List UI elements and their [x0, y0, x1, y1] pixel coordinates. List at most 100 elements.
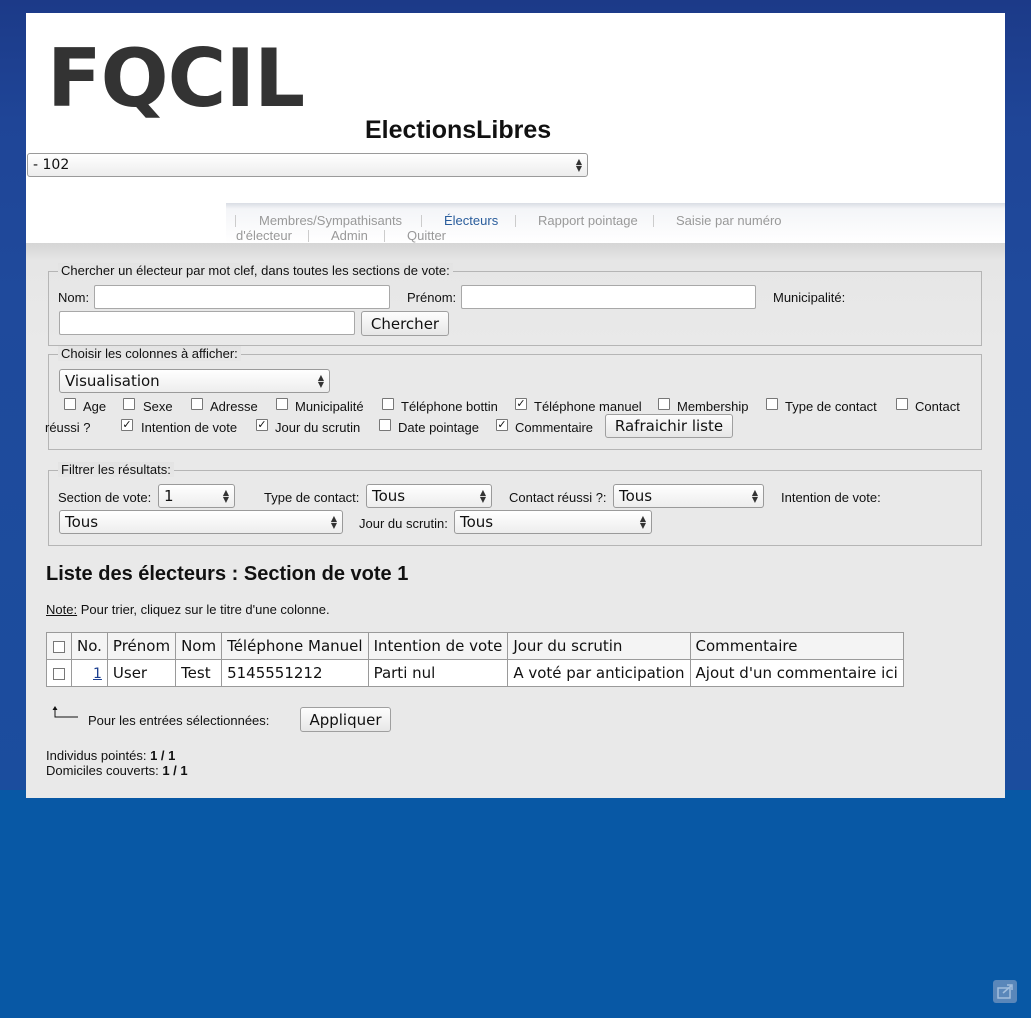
col-sexe-checkbox[interactable]: [123, 398, 135, 410]
updown-arrows-icon: ▲ ▼: [751, 488, 759, 504]
col-intention-checkbox[interactable]: ✓: [121, 419, 133, 431]
nom-input[interactable]: [94, 285, 390, 309]
nav-electeurs[interactable]: Électeurs: [444, 213, 498, 228]
search-button[interactable]: Chercher: [361, 311, 449, 336]
domiciles-value: 1 / 1: [162, 763, 188, 778]
col-header-telephone[interactable]: Téléphone Manuel: [221, 632, 369, 660]
col-commentaire-checkbox[interactable]: ✓: [496, 419, 508, 431]
section-vote-label: Section de vote:: [58, 490, 152, 505]
columns-fieldset: Choisir les colonnes à afficher: Visuali…: [45, 346, 982, 450]
apply-button[interactable]: Appliquer: [300, 707, 391, 732]
search-legend: Chercher un électeur par mot clef, dans …: [58, 263, 453, 278]
col-jour-scrutin-checkbox[interactable]: ✓: [256, 419, 268, 431]
col-header-commentaire[interactable]: Commentaire: [689, 632, 904, 660]
row-commentaire: Ajout d'un commentaire ici: [689, 659, 904, 687]
contact-reussi-dropdown[interactable]: Tous ▲ ▼: [613, 484, 764, 508]
nav-separator: [384, 230, 385, 242]
intention-vote-dropdown[interactable]: Tous ▲ ▼: [59, 510, 343, 534]
col-date-pointage-label: Date pointage: [398, 420, 479, 435]
col-telephone-bottin-label: Téléphone bottin: [401, 399, 498, 414]
nom-label: Nom:: [58, 290, 90, 305]
row-number-link[interactable]: 1: [93, 666, 102, 682]
section-dropdown-value: - 102: [33, 157, 70, 173]
individus-stat: Individus pointés: 1 / 1: [46, 748, 175, 763]
nav-saisie-numero[interactable]: Saisie par numéro: [676, 213, 782, 228]
row-select-cell: [46, 659, 72, 687]
row-number-cell: 1: [71, 659, 108, 687]
jour-scrutin-label: Jour du scrutin:: [359, 516, 448, 531]
updown-arrows-icon: ▲ ▼: [330, 514, 338, 530]
domiciles-stat: Domiciles couverts: 1 / 1: [46, 763, 188, 778]
columns-preset-dropdown[interactable]: Visualisation ▲ ▼: [59, 369, 330, 393]
col-sexe-label: Sexe: [143, 399, 173, 414]
col-age-checkbox[interactable]: [64, 398, 76, 410]
col-telephone-bottin-checkbox[interactable]: [382, 398, 394, 410]
nav-separator: [653, 215, 654, 227]
jour-scrutin-value: Tous: [460, 513, 494, 531]
main-nav: Membres/Sympathisants Électeurs Rapport …: [226, 203, 1005, 243]
nav-saisie-numero-cont[interactable]: d'électeur: [236, 228, 292, 243]
note-label: Note:: [46, 602, 78, 617]
select-all-checkbox[interactable]: [53, 640, 65, 653]
updown-arrows-icon: ▲ ▼: [222, 488, 230, 504]
nav-separator: [308, 230, 309, 242]
col-header-intention[interactable]: Intention de vote: [367, 632, 509, 660]
bulk-action-label: Pour les entrées sélectionnées:: [88, 713, 270, 728]
individus-value: 1 / 1: [150, 748, 176, 763]
col-type-contact-label: Type de contact: [785, 399, 877, 414]
row-telephone: 5145551212: [221, 659, 369, 687]
col-adresse-checkbox[interactable]: [191, 398, 203, 410]
col-contact-reussi-label-cont: réussi ?: [45, 420, 91, 435]
col-date-pointage-checkbox[interactable]: [379, 419, 391, 431]
prenom-label: Prénom:: [407, 290, 457, 305]
col-contact-reussi-label: Contact: [915, 399, 960, 414]
row-prenom: User: [106, 659, 177, 687]
prenom-input[interactable]: [461, 285, 756, 309]
type-contact-dropdown[interactable]: Tous ▲ ▼: [366, 484, 492, 508]
col-header-prenom[interactable]: Prénom: [106, 632, 177, 660]
section-vote-dropdown[interactable]: 1 ▲ ▼: [158, 484, 235, 508]
municipalite-input[interactable]: [59, 311, 355, 335]
col-telephone-manuel-label: Téléphone manuel: [534, 399, 642, 414]
col-contact-reussi-checkbox[interactable]: [896, 398, 908, 410]
col-age-label: Age: [83, 399, 107, 414]
contact-reussi-value: Tous: [619, 487, 653, 505]
nav-quitter[interactable]: Quitter: [407, 228, 446, 243]
col-header-no[interactable]: No.: [71, 632, 108, 660]
updown-arrows-icon: ▲ ▼: [575, 157, 583, 173]
col-membership-checkbox[interactable]: [658, 398, 670, 410]
updown-arrows-icon: ▲ ▼: [317, 373, 325, 389]
col-header-nom[interactable]: Nom: [175, 632, 223, 660]
individus-label: Individus pointés:: [46, 748, 151, 763]
col-jour-scrutin-label: Jour du scrutin: [275, 420, 361, 435]
nav-rapport-pointage[interactable]: Rapport pointage: [538, 213, 638, 228]
row-intention: Parti nul: [367, 659, 509, 687]
nav-separator: [421, 215, 422, 227]
select-all-cell: [46, 632, 72, 660]
col-telephone-manuel-checkbox[interactable]: ✓: [515, 398, 527, 410]
nav-membres[interactable]: Membres/Sympathisants: [259, 213, 402, 228]
col-membership-label: Membership: [677, 399, 749, 414]
columns-preset-value: Visualisation: [65, 372, 160, 390]
app-title: ElectionsLibres: [365, 116, 552, 144]
share-icon[interactable]: [993, 980, 1017, 1003]
col-type-contact-checkbox[interactable]: [766, 398, 778, 410]
search-fieldset: Chercher un électeur par mot clef, dans …: [48, 263, 982, 346]
refresh-list-button[interactable]: Rafraichir liste: [605, 414, 733, 438]
section-dropdown[interactable]: - 102 ▲ ▼: [27, 153, 588, 177]
table-header-row: No. Prénom Nom Téléphone Manuel Intentio…: [46, 632, 904, 660]
sort-note: Note: Pour trier, cliquez sur le titre d…: [46, 602, 330, 617]
col-header-jour[interactable]: Jour du scrutin: [507, 632, 691, 660]
type-contact-value: Tous: [372, 487, 406, 505]
row-nom: Test: [175, 659, 223, 687]
header: FQCIL ElectionsLibres - 102 ▲ ▼ Membres/S…: [26, 13, 1005, 243]
corner-up-arrow-icon: [52, 706, 78, 718]
row-checkbox[interactable]: [53, 667, 65, 680]
jour-scrutin-dropdown[interactable]: Tous ▲ ▼: [454, 510, 652, 534]
logo: FQCIL: [47, 32, 305, 125]
col-municipalite-checkbox[interactable]: [276, 398, 288, 410]
col-intention-label: Intention de vote: [141, 420, 238, 435]
filters-fieldset: Filtrer les résultats: Section de vote: …: [48, 462, 982, 546]
updown-arrows-icon: ▲ ▼: [479, 488, 487, 504]
nav-admin[interactable]: Admin: [331, 228, 368, 243]
